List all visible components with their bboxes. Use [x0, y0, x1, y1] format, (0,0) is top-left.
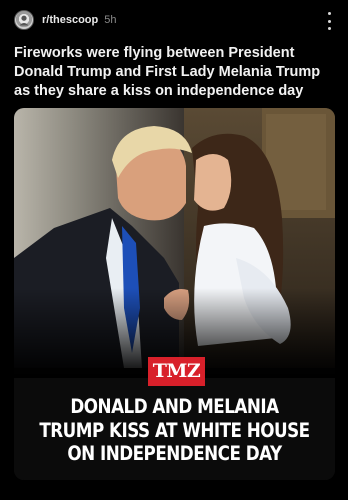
post-age: 5h — [104, 14, 117, 26]
post-header: r/thescoop 5h — [0, 0, 348, 40]
tmz-logo: TMZ — [148, 357, 205, 386]
community-avatar-icon[interactable] — [14, 10, 34, 30]
headline-line: TRUMP KISS AT WHITE HOUSE — [39, 418, 310, 442]
post-image[interactable]: TMZ DONALD AND MELANIA TRUMP KISS AT WHI… — [14, 108, 335, 480]
community-name[interactable]: r/thescoop — [42, 14, 98, 26]
image-headline: DONALD AND MELANIA TRUMP KISS AT WHITE H… — [36, 395, 312, 466]
headline-line: ON INDEPENDENCE DAY — [67, 442, 282, 465]
headline-line: DONALD AND MELANIA — [70, 395, 279, 418]
post-title[interactable]: Fireworks were flying between President … — [14, 44, 336, 101]
more-options-icon[interactable] — [324, 12, 334, 30]
